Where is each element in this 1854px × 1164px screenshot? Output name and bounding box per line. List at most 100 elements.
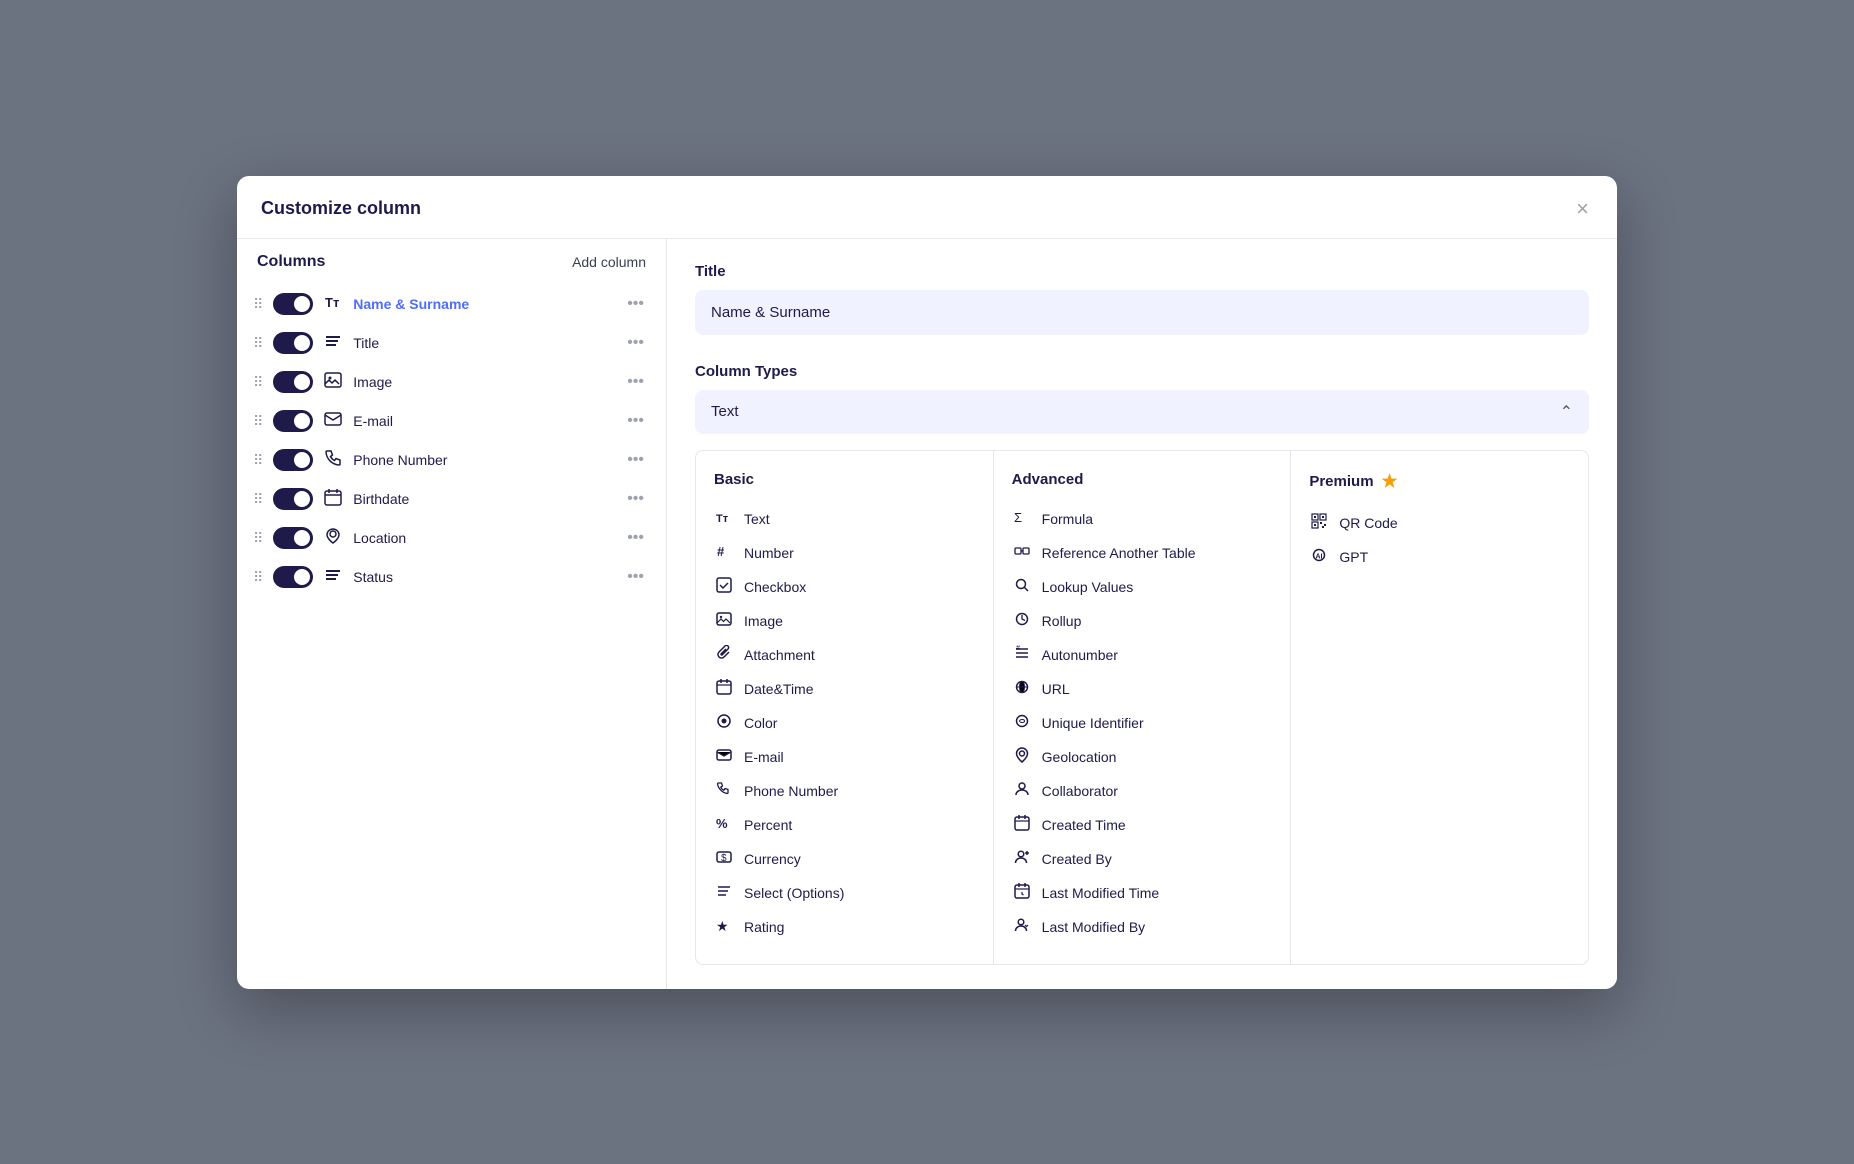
column-item-birthdate[interactable]: ⠿ Birthdate ••• <box>237 480 666 519</box>
toggle-name-surname[interactable] <box>273 293 313 315</box>
column-item-phone[interactable]: ⠿ Phone Number ••• <box>237 441 666 480</box>
type-item-last-modified-by[interactable]: Last Modified By <box>1012 910 1273 944</box>
close-button[interactable]: × <box>1572 194 1593 224</box>
type-item-rollup[interactable]: Rollup <box>1012 604 1273 638</box>
svg-text:AI: AI <box>1316 553 1323 560</box>
type-label-Number: Number <box>744 545 794 561</box>
title-section-label: Title <box>695 263 1589 280</box>
type-item-checkbox[interactable]: Checkbox <box>714 570 975 604</box>
toggle-birthdate[interactable] <box>273 488 313 510</box>
type-item-currency[interactable]: $ Currency <box>714 842 975 876</box>
type-item-collaborator[interactable]: Collaborator <box>1012 774 1273 808</box>
type-item-last-modified-time[interactable]: Last Modified Time <box>1012 876 1273 910</box>
drag-handle: ⠿ <box>253 296 263 313</box>
add-column-button[interactable]: Add column <box>572 254 646 270</box>
type-item-gpt[interactable]: AI GPT <box>1309 540 1570 574</box>
type-item-reference-another-table[interactable]: Reference Another Table <box>1012 536 1273 570</box>
type-label-Select (Options): Select (Options) <box>744 885 844 901</box>
col-more-birthdate[interactable]: ••• <box>621 488 650 510</box>
title-input[interactable]: Name & Surname <box>695 290 1589 335</box>
type-icon-Text: Тт <box>714 509 734 529</box>
type-item-select--options-[interactable]: Select (Options) <box>714 876 975 910</box>
type-item-e-mail[interactable]: E-mail <box>714 740 975 774</box>
type-item-image[interactable]: Image <box>714 604 975 638</box>
col-more-phone[interactable]: ••• <box>621 449 650 471</box>
col-more-title[interactable]: ••• <box>621 332 650 354</box>
type-columns: Basic Тт Text # Number Checkbox Image At… <box>695 450 1589 965</box>
premium-star-icon: ★ <box>1382 471 1398 492</box>
column-item-image[interactable]: ⠿ Image ••• <box>237 363 666 402</box>
type-icon-Reference Another Table <box>1012 543 1032 563</box>
type-item-qr-code[interactable]: QR Code <box>1309 506 1570 540</box>
type-label-Date&Time: Date&Time <box>744 681 814 697</box>
type-icon-Last Modified Time <box>1012 883 1032 903</box>
col-more-status[interactable]: ••• <box>621 566 650 588</box>
type-icon-Color <box>714 713 734 733</box>
name-surname-icon: Тт <box>323 293 343 316</box>
type-label-GPT: GPT <box>1339 549 1368 565</box>
type-label-Text: Text <box>744 511 770 527</box>
col-label-name-surname: Name & Surname <box>353 296 611 312</box>
drag-handle: ⠿ <box>253 374 263 391</box>
type-item-unique-identifier[interactable]: Unique Identifier <box>1012 706 1273 740</box>
type-item-url[interactable]: URL <box>1012 672 1273 706</box>
col-more-email[interactable]: ••• <box>621 410 650 432</box>
type-label-Attachment: Attachment <box>744 647 815 663</box>
col-more-name-surname[interactable]: ••• <box>621 293 650 315</box>
type-item-formula[interactable]: Σ Formula <box>1012 502 1273 536</box>
drag-handle: ⠿ <box>253 413 263 430</box>
location-icon <box>323 527 343 550</box>
type-item-color[interactable]: Color <box>714 706 975 740</box>
chevron-up-icon: ⌃ <box>1560 402 1573 422</box>
modal-header: Customize column × <box>237 176 1617 239</box>
type-label-Color: Color <box>744 715 777 731</box>
svg-text:$: $ <box>721 853 727 864</box>
col-label-location: Location <box>353 530 611 546</box>
type-label-Rollup: Rollup <box>1042 613 1082 629</box>
type-item-number[interactable]: # Number <box>714 536 975 570</box>
type-icon-Created By <box>1012 849 1032 869</box>
type-icon-Collaborator <box>1012 781 1032 801</box>
type-label-Checkbox: Checkbox <box>744 579 806 595</box>
type-item-autonumber[interactable]: # Autonumber <box>1012 638 1273 672</box>
drag-handle: ⠿ <box>253 530 263 547</box>
col-more-location[interactable]: ••• <box>621 527 650 549</box>
type-selector[interactable]: Text ⌃ <box>695 390 1589 434</box>
type-item-attachment[interactable]: Attachment <box>714 638 975 672</box>
type-item-rating[interactable]: ★ Rating <box>714 910 975 944</box>
toggle-email[interactable] <box>273 410 313 432</box>
modal-body: Columns Add column ⠿ Тт Name & Surname •… <box>237 239 1617 989</box>
column-item-email[interactable]: ⠿ E-mail ••• <box>237 402 666 441</box>
type-icon-Attachment <box>714 645 734 665</box>
type-icon-URL <box>1012 679 1032 699</box>
column-item-name-surname[interactable]: ⠿ Тт Name & Surname ••• <box>237 285 666 324</box>
type-item-percent[interactable]: % Percent <box>714 808 975 842</box>
toggle-status[interactable] <box>273 566 313 588</box>
type-item-phone-number[interactable]: Phone Number <box>714 774 975 808</box>
toggle-phone[interactable] <box>273 449 313 471</box>
toggle-image[interactable] <box>273 371 313 393</box>
type-icon-Date&Time <box>714 679 734 699</box>
birthdate-icon <box>323 488 343 511</box>
type-icon-Created Time <box>1012 815 1032 835</box>
column-item-location[interactable]: ⠿ Location ••• <box>237 519 666 558</box>
type-item-created-time[interactable]: Created Time <box>1012 808 1273 842</box>
advanced-header: Advanced <box>1012 471 1273 488</box>
type-icon-Number: # <box>714 543 734 563</box>
type-icon-Image <box>714 611 734 631</box>
type-item-text[interactable]: Тт Text <box>714 502 975 536</box>
type-item-lookup-values[interactable]: Lookup Values <box>1012 570 1273 604</box>
type-icon-Autonumber: # <box>1012 645 1032 665</box>
type-item-created-by[interactable]: Created By <box>1012 842 1273 876</box>
type-icon-Currency: $ <box>714 849 734 869</box>
column-item-status[interactable]: ⠿ Status ••• <box>237 558 666 597</box>
toggle-location[interactable] <box>273 527 313 549</box>
col-more-image[interactable]: ••• <box>621 371 650 393</box>
col-label-title: Title <box>353 335 611 351</box>
toggle-title[interactable] <box>273 332 313 354</box>
type-item-geolocation[interactable]: Geolocation <box>1012 740 1273 774</box>
column-item-title[interactable]: ⠿ Title ••• <box>237 324 666 363</box>
type-item-date-time[interactable]: Date&Time <box>714 672 975 706</box>
type-label-Autonumber: Autonumber <box>1042 647 1118 663</box>
type-label-Last Modified Time: Last Modified Time <box>1042 885 1160 901</box>
